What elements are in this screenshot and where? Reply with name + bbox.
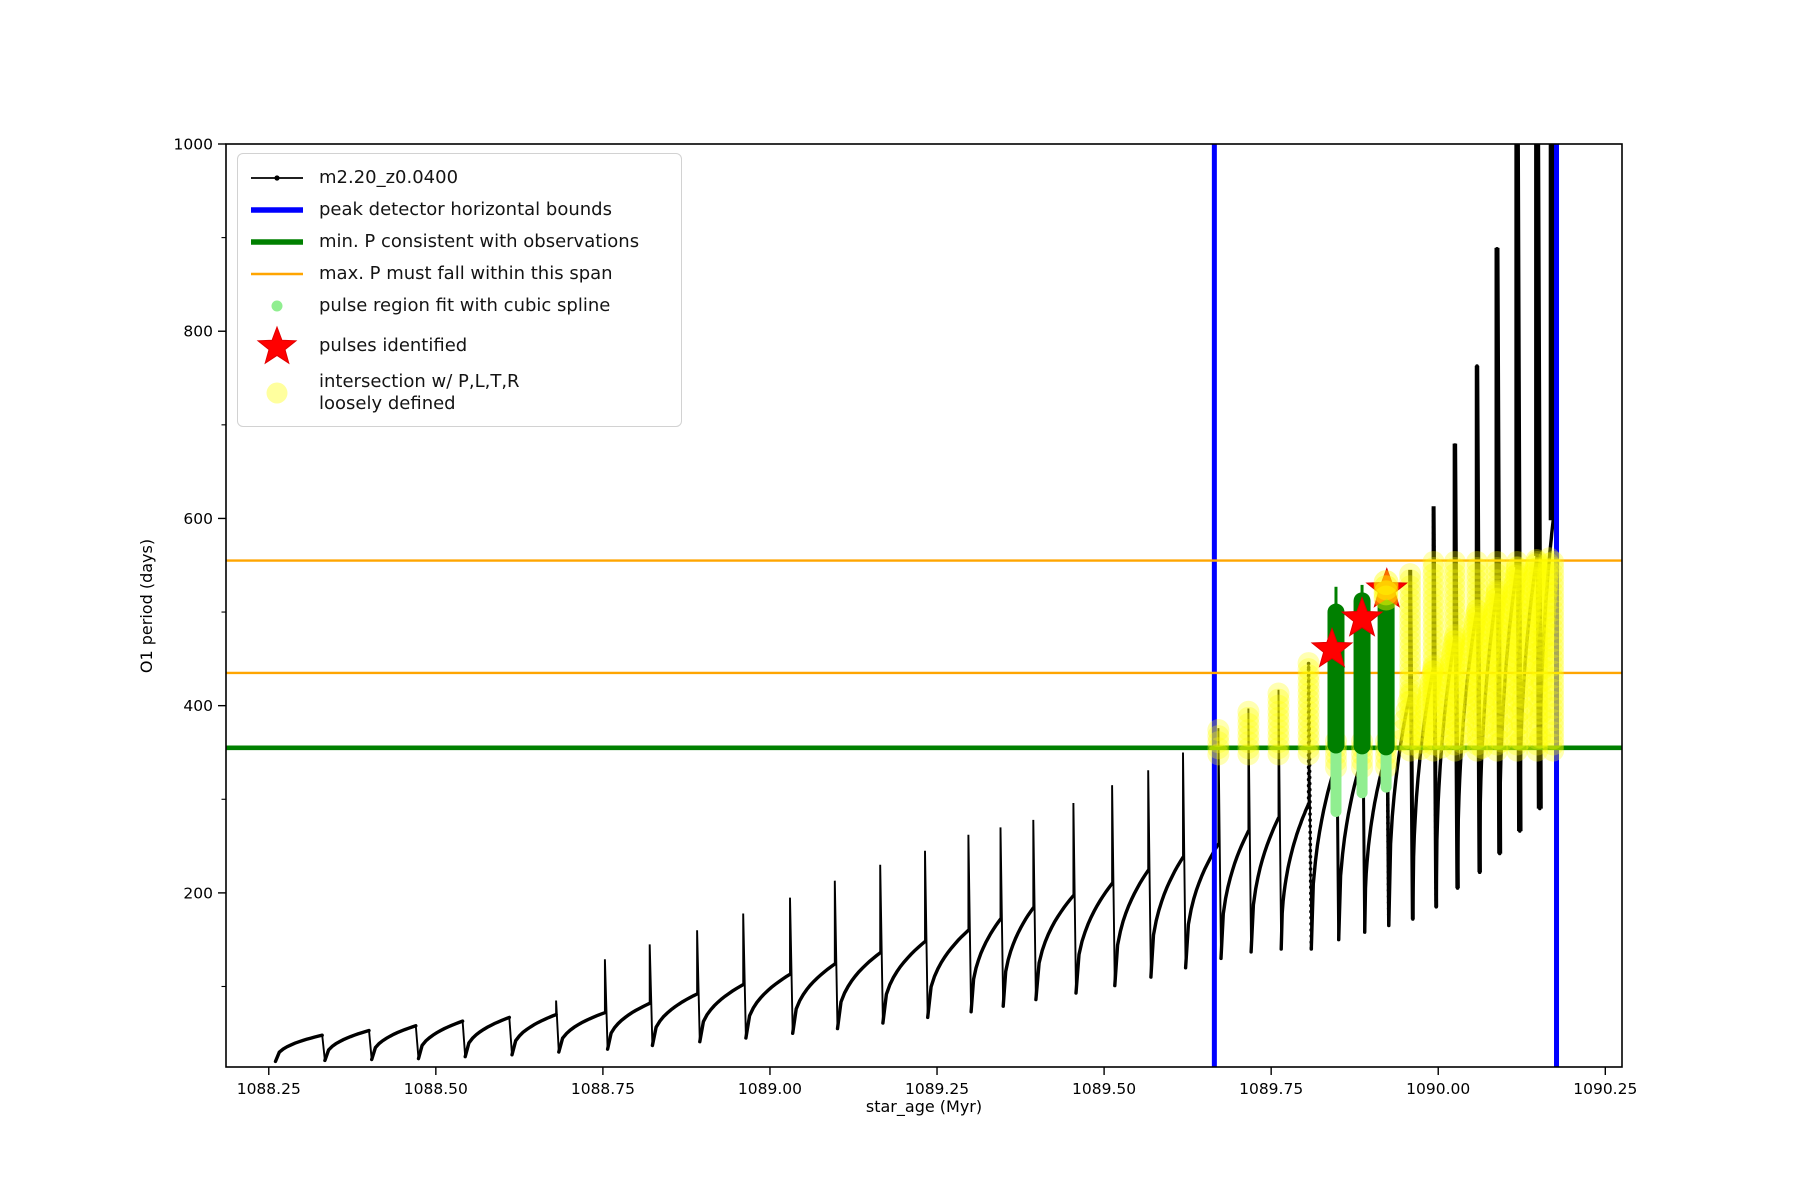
x-tick-label: 1089.00 <box>738 1080 802 1098</box>
legend-item-3: max. P must fall within this span <box>247 259 667 289</box>
x-tick-label: 1090.00 <box>1406 1080 1470 1098</box>
y-tick-label: 600 <box>183 510 213 528</box>
legend-item-1: peak detector horizontal bounds <box>247 195 667 225</box>
legend-item-4: pulse region fit with cubic spline <box>247 291 667 321</box>
x-tick-label: 1089.25 <box>905 1080 969 1098</box>
legend-item-6: intersection w/ P,L,T,R loosely defined <box>247 371 667 415</box>
legend-label: intersection w/ P,L,T,R loosely defined <box>319 371 520 414</box>
legend-marker-star-icon <box>247 323 307 369</box>
y-tick-label: 200 <box>183 884 213 902</box>
intersection-top-blob <box>1373 570 1399 611</box>
figure: 1088.25 1088.50 1088.75 1089.00 1089.25 1089.… <box>0 0 1800 1200</box>
legend-marker-line-icon <box>247 263 307 285</box>
legend-marker-line-dot-icon <box>247 167 307 189</box>
legend-item-5: pulses identified <box>247 323 667 369</box>
legend-label: pulses identified <box>319 335 468 357</box>
x-tick-label: 1088.50 <box>404 1080 468 1098</box>
x-axis-label: star_age (Myr) <box>866 1097 982 1117</box>
legend-label: max. P must fall within this span <box>319 263 613 285</box>
legend-item-0: m2.20_z0.0400 <box>247 163 667 193</box>
x-tick-label: 1089.50 <box>1072 1080 1136 1098</box>
legend: m2.20_z0.0400peak detector horizontal bo… <box>237 153 682 427</box>
x-tick-label: 1088.25 <box>237 1080 301 1098</box>
legend-marker-thick-line-icon <box>247 199 307 221</box>
x-tick-label: 1088.75 <box>571 1080 635 1098</box>
legend-label: pulse region fit with cubic spline <box>319 295 611 317</box>
legend-marker-thick-line-icon <box>247 231 307 253</box>
x-tick-label: 1089.75 <box>1239 1080 1303 1098</box>
legend-marker-dot-icon <box>247 295 307 317</box>
legend-item-2: min. P consistent with observations <box>247 227 667 257</box>
legend-marker-big-dot-icon <box>247 378 307 408</box>
legend-label: peak detector horizontal bounds <box>319 199 612 221</box>
y-tick-label: 400 <box>183 697 213 715</box>
legend-label: min. P consistent with observations <box>319 231 640 253</box>
y-tick-label: 800 <box>183 323 213 341</box>
y-tick-label: 1000 <box>174 136 213 154</box>
legend-label: m2.20_z0.0400 <box>319 167 459 189</box>
y-axis-label: O1 period (days) <box>137 539 156 673</box>
x-tick-label: 1090.25 <box>1573 1080 1637 1098</box>
